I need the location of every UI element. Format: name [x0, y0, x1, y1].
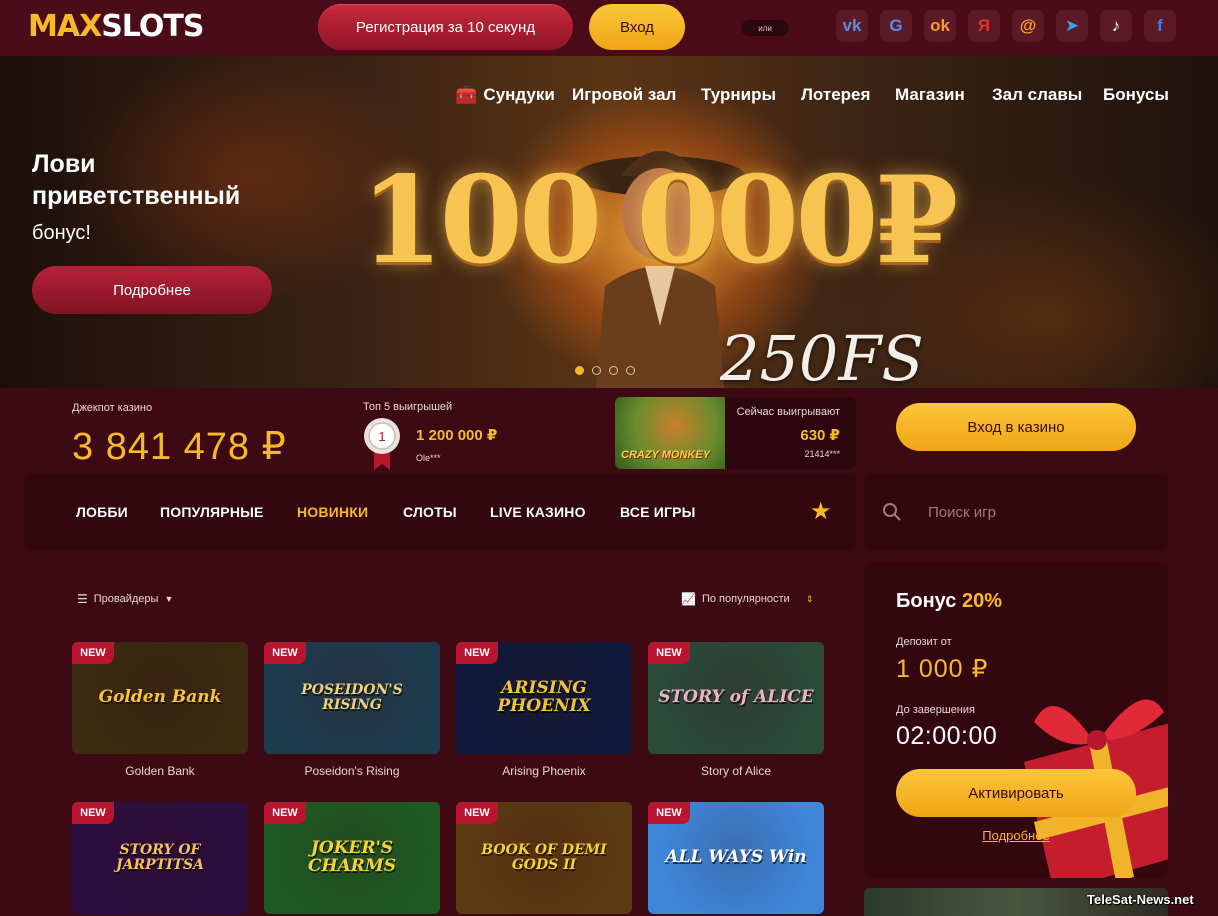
slider-dot[interactable]: [609, 366, 618, 375]
nav-shop[interactable]: Магазин: [895, 84, 965, 106]
slider-dot[interactable]: [626, 366, 635, 375]
hero-banner[interactable]: 100 000₽ 250FS Лови приветственный бонус…: [0, 56, 1218, 388]
list-icon: ☰: [77, 592, 88, 606]
tab-popular[interactable]: ПОПУЛЯРНЫЕ: [160, 504, 264, 520]
game-card[interactable]: JOKER'S CHARMS NEW: [264, 802, 440, 914]
nav-bonuses[interactable]: Бонусы: [1103, 84, 1169, 106]
tab-new[interactable]: НОВИНКИ: [297, 504, 368, 520]
search-icon: [883, 503, 901, 521]
new-badge: NEW: [264, 802, 306, 824]
caret-down-icon: ▼: [164, 594, 174, 604]
top-bar: MAXSLOTS Регистрация за 10 секунд Вход и…: [0, 0, 1218, 56]
game-name[interactable]: Poseidon's Rising: [264, 764, 440, 778]
facebook-icon[interactable]: f: [1144, 10, 1176, 42]
chest-icon: 🧰: [455, 84, 478, 105]
tab-lobby[interactable]: ЛОББИ: [76, 504, 128, 520]
nav-hall-of-fame[interactable]: Зал славы: [992, 84, 1082, 106]
new-badge: NEW: [72, 802, 114, 824]
odnoklassniki-icon[interactable]: ok: [924, 10, 956, 42]
sort-filter[interactable]: 📈 По популярности ⇕: [681, 592, 813, 606]
top5-amount: 1 200 000 ₽: [416, 427, 498, 444]
medal-rank: 1: [378, 429, 385, 444]
logo-slots: SLOTS: [101, 9, 204, 44]
game-card[interactable]: ARISING PHOENIX NEW: [456, 642, 632, 754]
new-badge: NEW: [648, 642, 690, 664]
nav-chests[interactable]: 🧰 Сундуки: [455, 84, 555, 106]
sort-label: По популярности: [701, 593, 790, 605]
hero-more-button[interactable]: Подробнее: [32, 266, 272, 314]
favorites-star-icon[interactable]: ★: [810, 499, 832, 525]
mailru-icon[interactable]: @: [1012, 10, 1044, 42]
hero-title: Лови приветственный: [32, 150, 241, 210]
new-badge: NEW: [264, 642, 306, 664]
slider-dot[interactable]: [592, 366, 601, 375]
providers-label: Провайдеры: [93, 593, 159, 605]
slider-dots: [575, 366, 635, 375]
hero-bonus-amount: 100 000₽: [360, 150, 958, 291]
category-bar: ЛОББИ ПОПУЛЯРНЫЕ НОВИНКИ СЛОТЫ LIVE КАЗИ…: [24, 473, 856, 551]
vk-icon[interactable]: vk: [836, 10, 868, 42]
slider-dot[interactable]: [575, 366, 584, 375]
activate-button[interactable]: Активировать: [896, 769, 1136, 817]
game-card[interactable]: POSEIDON'S RISING NEW: [264, 642, 440, 754]
crazy-monkey-thumbnail: CRAZY MONKEY: [615, 397, 725, 469]
top5-user: Ole***: [416, 453, 441, 463]
now-game-title: CRAZY MONKEY: [621, 449, 711, 461]
search-input[interactable]: Поиск игр: [928, 504, 996, 521]
now-winning-user: 21414***: [804, 449, 840, 459]
register-button[interactable]: Регистрация за 10 секунд: [318, 4, 573, 50]
tab-live-casino[interactable]: LIVE КАЗИНО: [490, 504, 586, 520]
hero-subtitle: бонус!: [32, 222, 91, 244]
trend-icon: 📈: [681, 592, 696, 606]
providers-filter[interactable]: ☰ Провайдеры ▼: [77, 592, 173, 606]
logo-max: MAX: [28, 9, 102, 44]
game-card[interactable]: STORY OF JARPTITSA NEW: [72, 802, 248, 914]
google-icon[interactable]: G: [880, 10, 912, 42]
new-badge: NEW: [648, 802, 690, 824]
countdown-timer: 02:00:00: [896, 722, 998, 750]
countdown-label: До завершения: [896, 704, 975, 716]
game-card[interactable]: BOOK OF DEMI GODS II NEW: [456, 802, 632, 914]
tab-all-games[interactable]: ВСЕ ИГРЫ: [620, 504, 696, 520]
tiktok-icon[interactable]: ♪: [1100, 10, 1132, 42]
watermark: TeleSat-News.net: [1087, 892, 1194, 907]
game-name[interactable]: Story of Alice: [648, 764, 824, 778]
medal-icon: 1: [364, 418, 400, 470]
now-winning-label: Сейчас выигрывают: [736, 406, 840, 418]
game-card[interactable]: STORY of ALICE NEW: [648, 642, 824, 754]
game-card[interactable]: Golden Bank NEW: [72, 642, 248, 754]
hero-freespins: 250FS: [720, 322, 924, 389]
new-badge: NEW: [456, 642, 498, 664]
logo[interactable]: MAXSLOTS: [28, 9, 204, 44]
now-winning-card[interactable]: CRAZY MONKEY Сейчас выигрывают 630 ₽ 214…: [615, 397, 856, 469]
or-label: или: [741, 20, 789, 36]
nav-chests-label: Сундуки: [483, 85, 555, 104]
bonus-percent: 20%: [961, 590, 1003, 612]
jackpot-value: 3 841 478 ₽: [72, 426, 287, 468]
game-card[interactable]: ALL WAYS Win NEW: [648, 802, 824, 914]
bonus-more-link[interactable]: Подробнее: [896, 828, 1136, 843]
telegram-icon[interactable]: ➤: [1056, 10, 1088, 42]
new-badge: NEW: [72, 642, 114, 664]
login-button[interactable]: Вход: [589, 4, 685, 50]
nav-tournaments[interactable]: Турниры: [701, 84, 776, 106]
sort-arrows-icon: ⇕: [805, 593, 814, 604]
yandex-icon[interactable]: Я: [968, 10, 1000, 42]
nav-game-hall[interactable]: Игровой зал: [572, 84, 676, 106]
deposit-value: 1 000 ₽: [896, 655, 989, 683]
bonus-card: Бонус 20% Депозит от 1 000 ₽ До завершен…: [864, 562, 1168, 878]
tab-slots[interactable]: СЛОТЫ: [403, 504, 457, 520]
now-winning-amount: 630 ₽: [800, 427, 840, 444]
top5-label: Топ 5 выигрышей: [363, 401, 453, 413]
jackpot-label: Джекпот казино: [72, 402, 153, 414]
new-badge: NEW: [456, 802, 498, 824]
deposit-label: Депозит от: [896, 636, 952, 648]
game-name[interactable]: Golden Bank: [72, 764, 248, 778]
casino-login-button[interactable]: Вход в казино: [896, 403, 1136, 451]
bonus-title: Бонус 20%: [896, 590, 1002, 613]
bonus-title-text: Бонус: [896, 590, 957, 612]
game-name[interactable]: Arising Phoenix: [456, 764, 632, 778]
game-search[interactable]: Поиск игр: [864, 473, 1168, 551]
nav-lottery[interactable]: Лотерея: [801, 84, 870, 106]
